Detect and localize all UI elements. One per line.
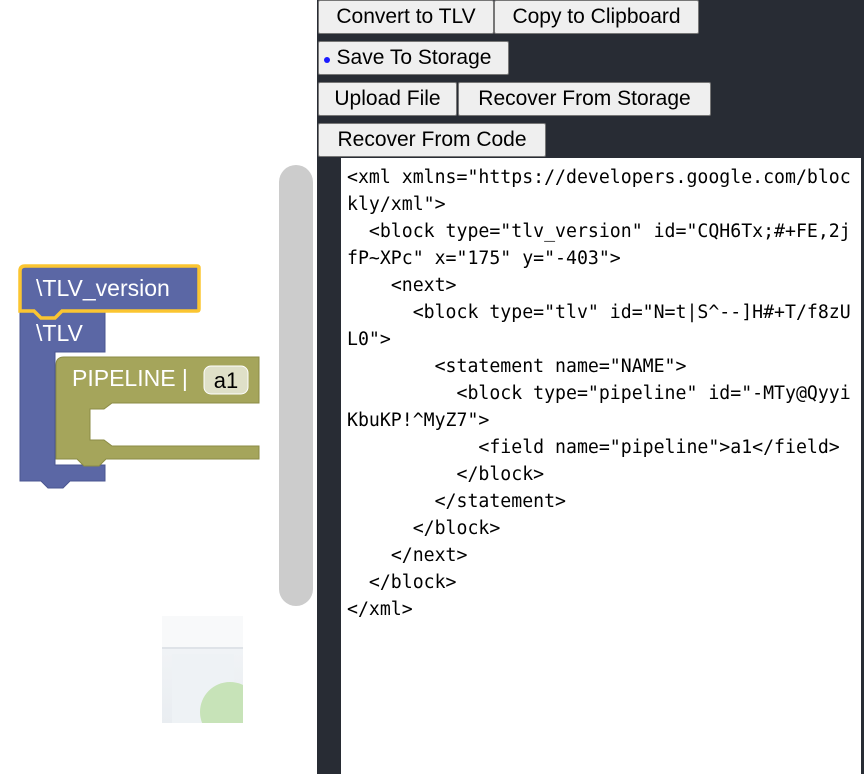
xml-code-editor[interactable]: <xml xmlns="https://developers.google.co… — [341, 158, 861, 774]
save-to-storage-button[interactable]: Save To Storage — [318, 41, 509, 75]
upload-file-button[interactable]: Upload File — [318, 82, 457, 116]
save-to-storage-label: Save To Storage — [336, 46, 492, 69]
recover-from-storage-button[interactable]: Recover From Storage — [458, 82, 711, 116]
blockly-workspace[interactable]: \TLV_version \TLV PIPELINE | a1 — [0, 0, 317, 774]
convert-to-tlv-button[interactable]: Convert to TLV — [318, 0, 494, 34]
trash-can-icon[interactable] — [162, 616, 243, 723]
pipeline-label: PIPELINE | — [72, 365, 188, 391]
recover-from-code-button[interactable]: Recover From Code — [318, 123, 546, 157]
xml-code[interactable]: <xml xmlns="https://developers.google.co… — [347, 164, 855, 623]
focus-dot-icon — [324, 57, 330, 63]
trash-lid — [162, 616, 243, 649]
tlv-label: \TLV — [36, 320, 84, 346]
workspace-scrollbar[interactable] — [279, 165, 313, 606]
copy-to-clipboard-button[interactable]: Copy to Clipboard — [494, 0, 699, 34]
tlv-version-label: \TLV_version — [36, 275, 170, 301]
pipeline-field-value[interactable]: a1 — [214, 368, 238, 393]
blocks-canvas: \TLV_version \TLV PIPELINE | a1 — [18, 264, 260, 489]
